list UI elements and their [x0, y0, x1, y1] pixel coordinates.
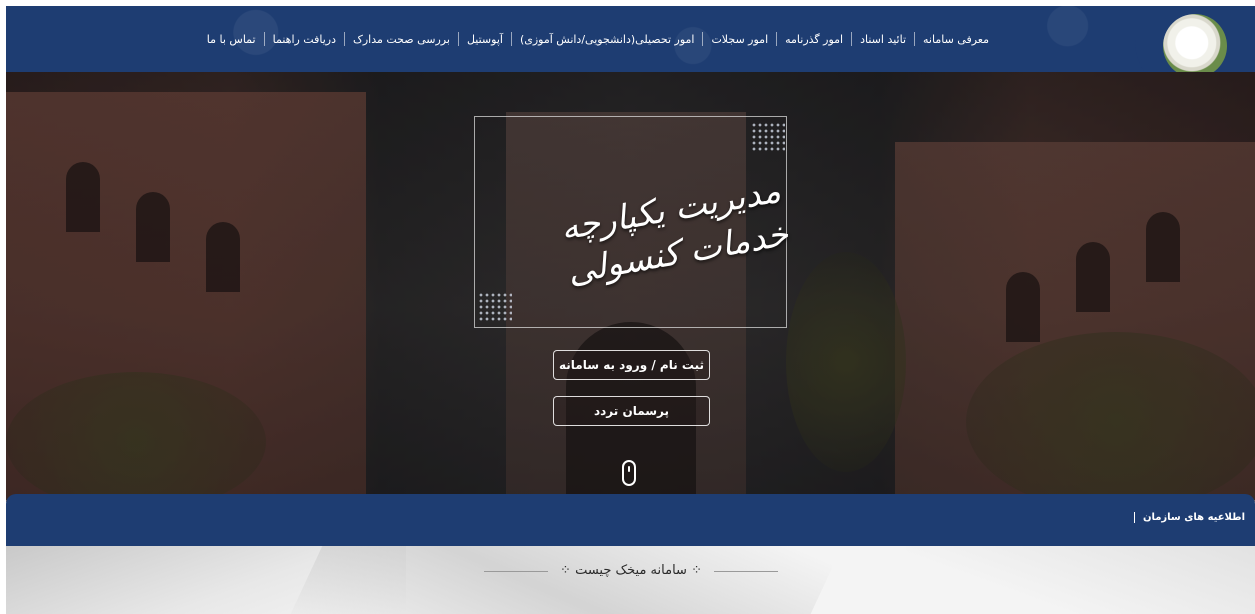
nav-item-document-verification[interactable]: بررسی صحت مدارک [345, 33, 458, 46]
title-divider-left [484, 571, 548, 572]
nav-divider [344, 32, 345, 46]
section-title-text: سامانه میخک چیست [575, 563, 687, 578]
nav-item-document-approval[interactable]: تائید اسناد [852, 33, 914, 46]
nav-item-passport[interactable]: امور گذرنامه [777, 33, 851, 46]
nav-divider [510, 32, 512, 46]
nav-divider [457, 32, 459, 46]
decorative-background [906, 546, 1255, 614]
nav-divider [776, 32, 778, 46]
section-title: ⁘ سامانه میخک چیست ⁘ [546, 563, 716, 578]
travel-survey-button[interactable]: پرسمان تردد [553, 396, 710, 426]
title-divider-right [714, 571, 778, 572]
mouse-scroll-icon[interactable] [622, 460, 636, 486]
nav-item-intro[interactable]: معرفی سامانه [915, 33, 997, 46]
notice-bar: اطلاعیه های سازمان [6, 494, 1255, 546]
ornament-icon [751, 122, 785, 152]
main-nav: معرفی سامانه تائید اسناد امور گذرنامه ام… [199, 32, 997, 46]
register-login-button[interactable]: ثبت نام / ورود به سامانه [553, 350, 710, 380]
nav-item-apostille[interactable]: آپوستیل [459, 33, 511, 46]
ornament-icon: ⁘ [560, 563, 576, 578]
page: معرفی سامانه تائید اسناد امور گذرنامه ام… [6, 6, 1255, 614]
about-section: ⁘ سامانه میخک چیست ⁘ [6, 546, 1255, 614]
nav-item-education[interactable]: امور تحصیلی(دانشجویی/دانش آموزی) [512, 33, 703, 46]
nav-item-contact[interactable]: تماس با ما [199, 33, 264, 46]
nav-divider [263, 32, 265, 46]
notice-bar-label[interactable]: اطلاعیه های سازمان [1133, 512, 1245, 523]
nav-divider [851, 32, 853, 46]
top-navbar: معرفی سامانه تائید اسناد امور گذرنامه ام… [6, 6, 1255, 100]
decorative-background [285, 546, 847, 614]
nav-divider [702, 32, 704, 46]
logo-flower-icon[interactable] [1163, 14, 1227, 78]
hero-section: مدیریت یکپارچه خدمات کنسولی ثبت نام / ور… [6, 72, 1255, 512]
ornament-icon: ⁘ [686, 563, 702, 578]
nav-item-registry[interactable]: امور سجلات [703, 33, 776, 46]
nav-item-guide[interactable]: دریافت راهنما [265, 33, 344, 46]
nav-divider [914, 32, 916, 46]
